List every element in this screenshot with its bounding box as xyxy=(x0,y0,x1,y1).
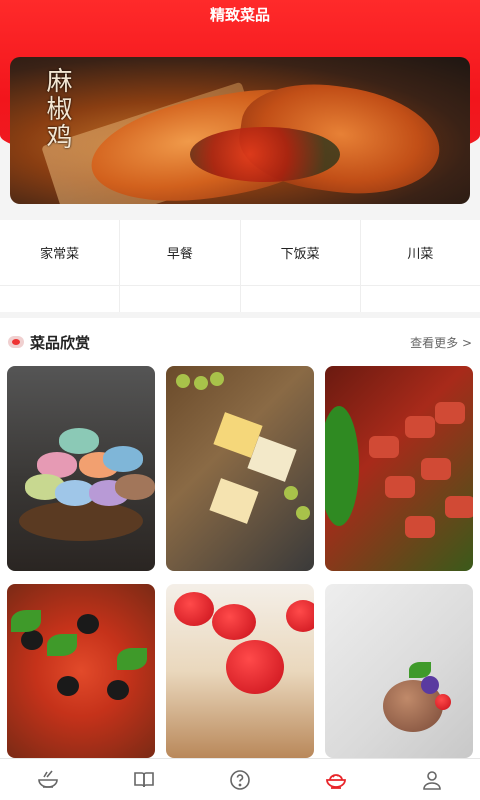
wood-board xyxy=(19,501,143,541)
cheese xyxy=(209,478,259,524)
mint-leaf xyxy=(409,662,431,678)
dish-card-macarons[interactable] xyxy=(7,366,155,571)
skewer-meat xyxy=(445,496,473,518)
olive xyxy=(57,676,79,696)
olive xyxy=(21,630,43,650)
strawberry xyxy=(286,600,314,632)
tab-home[interactable] xyxy=(0,759,96,800)
skewer-meat xyxy=(421,458,451,480)
strawberry xyxy=(226,640,284,694)
dish-card-strawberry-cake[interactable] xyxy=(166,584,314,758)
page-title: 精致菜品 xyxy=(209,6,270,24)
question-icon xyxy=(230,769,250,790)
basil-leaf xyxy=(11,610,41,632)
dish-card-cheese[interactable] xyxy=(166,366,314,571)
grape xyxy=(210,372,224,386)
basil-leaf xyxy=(47,634,77,656)
grape xyxy=(284,486,298,500)
dish-icon xyxy=(8,336,24,348)
category-item-sichuan[interactable]: 川菜 xyxy=(360,220,480,286)
dish-card-ice-cream[interactable] xyxy=(325,584,473,758)
skewer-meat xyxy=(435,402,465,424)
strawberry xyxy=(212,604,256,640)
basil-leaf xyxy=(117,648,147,670)
bowl-icon xyxy=(38,769,58,788)
banner-chili-topping xyxy=(190,127,340,182)
section-header: 菜品欣赏 查看更多 > xyxy=(0,328,480,358)
pepper xyxy=(325,406,359,526)
see-more-link[interactable]: 查看更多 > xyxy=(410,334,472,351)
grape xyxy=(176,374,190,388)
banner-calligraphy: 麻椒鸡 xyxy=(42,67,72,151)
tab-dishes[interactable] xyxy=(288,759,384,800)
macaron xyxy=(59,428,99,454)
skewer-meat xyxy=(385,476,415,498)
dish-card-skewers[interactable] xyxy=(325,366,473,571)
tab-recipes[interactable] xyxy=(96,759,192,800)
section-title: 菜品欣赏 xyxy=(30,334,91,352)
category-item-rice-dishes[interactable]: 下饭菜 xyxy=(240,220,361,286)
macaron xyxy=(103,446,143,472)
book-icon xyxy=(134,771,154,787)
skewer-meat xyxy=(405,416,435,438)
dish-gallery-section: 菜品欣赏 查看更多 > xyxy=(0,318,480,758)
skewer-meat xyxy=(405,516,435,538)
grape xyxy=(194,376,208,390)
bottom-tab-bar xyxy=(0,758,480,800)
blueberry xyxy=(421,676,439,694)
category-row-empty xyxy=(0,286,480,312)
tab-questions[interactable] xyxy=(192,759,288,800)
olive xyxy=(107,680,129,700)
grape xyxy=(296,506,310,520)
raspberry xyxy=(435,694,451,710)
app: 精致菜品 麻椒鸡 家常菜 早餐 下饭菜 川菜 菜品欣赏 查看更多 > xyxy=(0,0,480,800)
dish-icon xyxy=(326,773,346,789)
category-item-breakfast[interactable]: 早餐 xyxy=(120,220,241,286)
strawberry xyxy=(174,592,214,626)
banner-image[interactable]: 麻椒鸡 xyxy=(10,57,470,204)
macaron xyxy=(115,474,155,500)
dish-card-pizza[interactable] xyxy=(7,584,155,758)
skewer-meat xyxy=(369,436,399,458)
category-grid: 家常菜 早餐 下饭菜 川菜 xyxy=(0,220,480,312)
tab-profile[interactable] xyxy=(384,759,480,800)
olive xyxy=(77,614,99,634)
category-item-home[interactable]: 家常菜 xyxy=(0,220,121,286)
user-icon xyxy=(423,770,441,790)
